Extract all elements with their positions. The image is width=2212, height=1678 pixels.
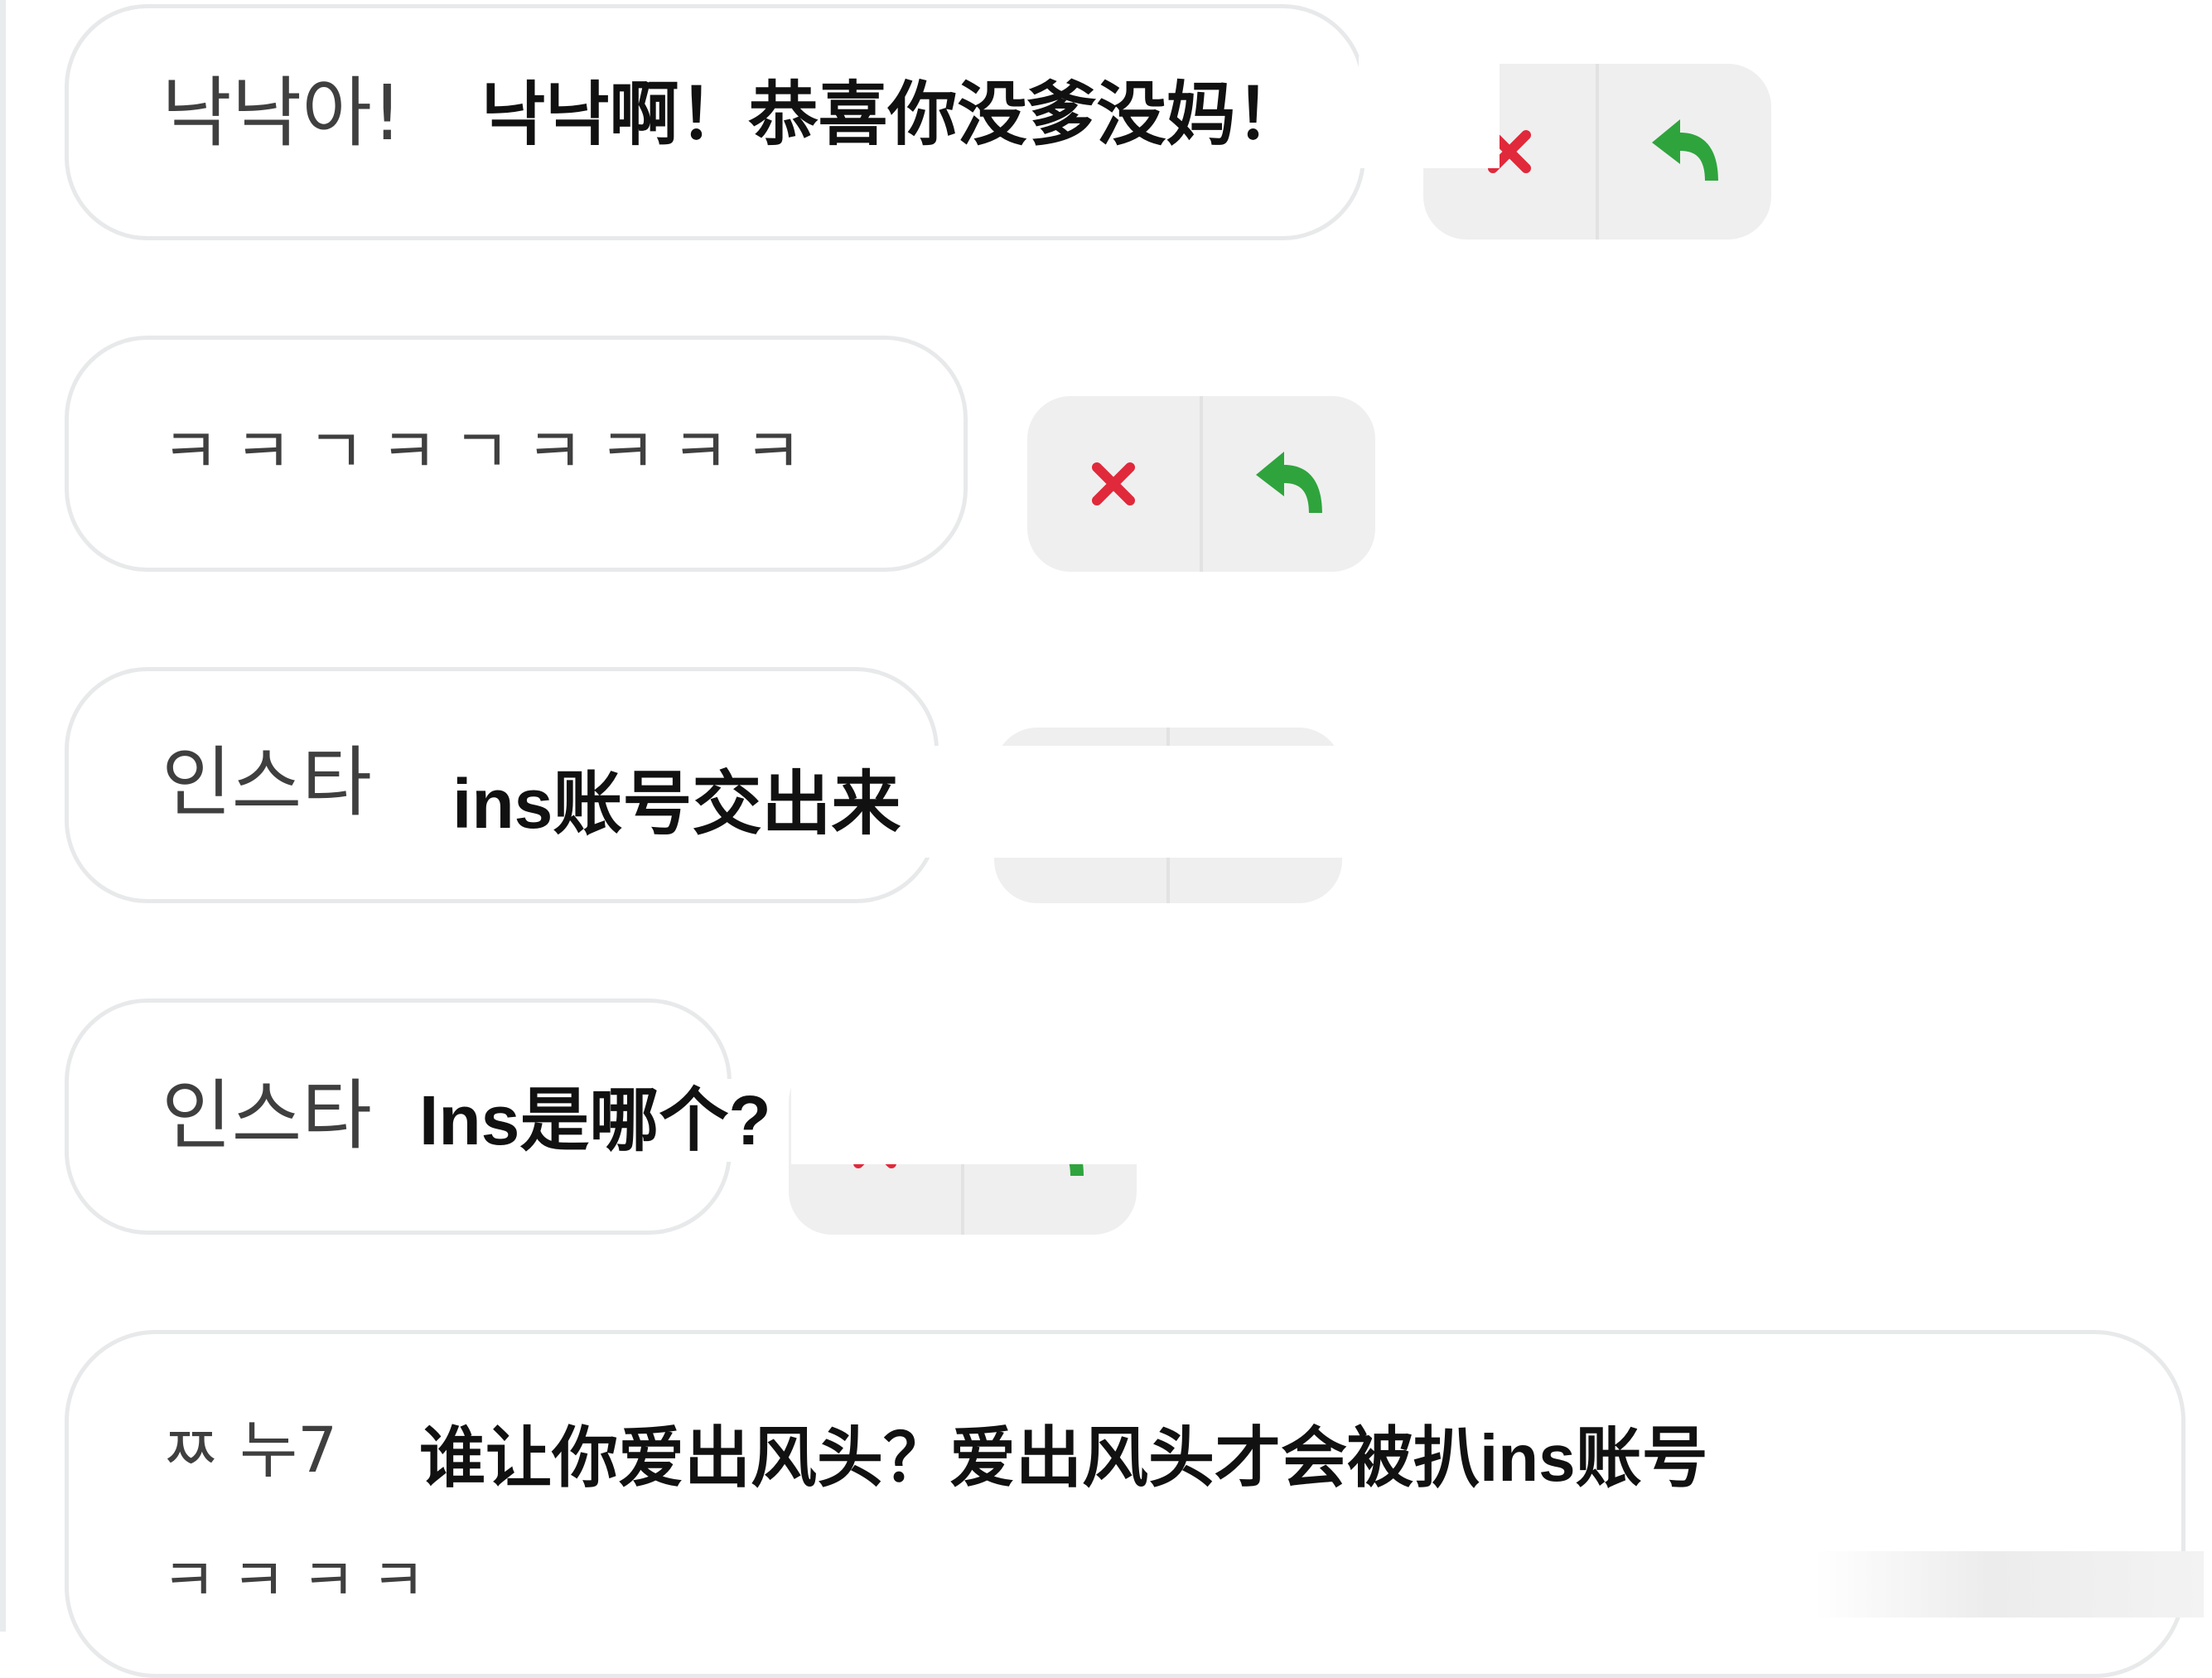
message-bubble-5 xyxy=(65,1330,2185,1678)
reply-button-1[interactable] xyxy=(1596,64,1771,239)
bottom-fade xyxy=(1814,1551,2204,1618)
reply-icon xyxy=(1652,119,1718,181)
message-actions-2 xyxy=(1027,396,1375,572)
message-translation-4: Ins是哪个? xyxy=(414,1079,776,1162)
reply-icon xyxy=(1256,452,1322,513)
message-translation-5: 谁让你爱出风头？爱出风头才会被扒ins账号 xyxy=(414,1419,1713,1498)
message-original-2: ㅋㅋㄱㅋㄱㅋㅋㅋㅋ xyxy=(162,414,818,488)
delete-button-2[interactable] xyxy=(1027,396,1200,572)
message-translation-3: ins账号交出来 xyxy=(447,762,906,845)
left-divider xyxy=(0,0,6,1632)
message-original-5: ㅉ 누7 xyxy=(162,1413,338,1487)
reply-button-2[interactable] xyxy=(1200,396,1375,572)
message-original-4: 인스타 xyxy=(162,1071,372,1160)
message-original-3: 인스타 xyxy=(162,738,372,827)
close-icon xyxy=(1092,462,1135,505)
message-original-1: 낙낙아! xyxy=(162,69,403,157)
translation-mask-4 xyxy=(791,1052,1147,1164)
message-original-5-line2: ㅋㅋㅋㅋ xyxy=(162,1545,441,1615)
message-translation-1: 낙낙啊！恭喜你没爹没妈！ xyxy=(476,73,1311,156)
translation-mask-1 xyxy=(1359,56,1500,168)
